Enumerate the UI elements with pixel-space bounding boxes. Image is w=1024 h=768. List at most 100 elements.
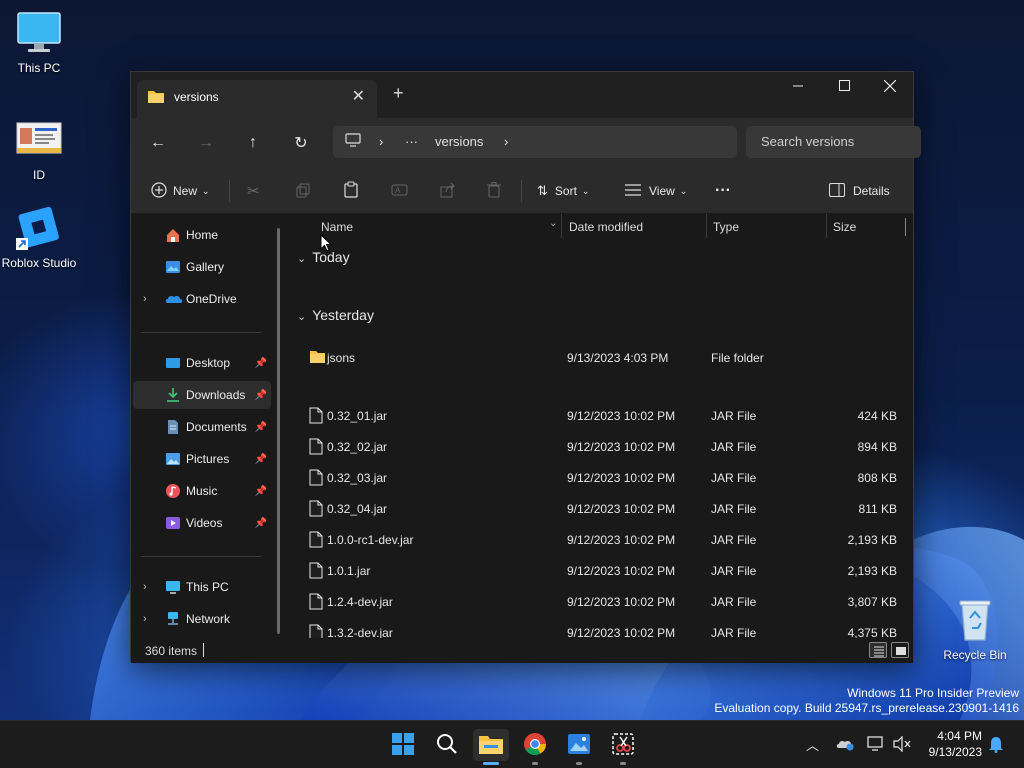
breadcrumb-chevron-icon[interactable]: ›: [504, 134, 508, 149]
sidebar-item-videos[interactable]: Videos 📌: [133, 509, 271, 537]
maximize-icon: [838, 80, 850, 94]
column-divider[interactable]: [826, 214, 827, 238]
chevron-down-icon[interactable]: ⌄: [549, 218, 557, 229]
column-type[interactable]: Type: [713, 220, 739, 234]
minimize-icon: [793, 80, 803, 94]
chevron-right-icon[interactable]: ›: [143, 613, 147, 625]
close-window-button[interactable]: [867, 72, 913, 102]
search-box[interactable]: Search versions: [746, 126, 921, 158]
copy-button[interactable]: [295, 168, 311, 214]
sidebar-item-label: Videos: [186, 516, 223, 530]
network-tray-icon[interactable]: [867, 736, 885, 755]
close-tab-icon[interactable]: ✕: [352, 86, 365, 106]
table-row[interactable]: 0.32_03.jar 9/12/2023 10:02 PM JAR File 808…: [289, 462, 905, 493]
pin-icon[interactable]: 📌: [255, 358, 267, 369]
column-date-modified[interactable]: Date modified: [569, 220, 643, 234]
new-button[interactable]: New ⌄: [151, 168, 210, 214]
paste-button[interactable]: [343, 168, 359, 214]
delete-button[interactable]: [487, 168, 501, 214]
rename-button[interactable]: A: [391, 168, 408, 214]
view-button[interactable]: View ⌄: [625, 168, 687, 214]
file-name: jsons: [327, 351, 356, 365]
table-row[interactable]: 1.2.4-dev.jar 9/12/2023 10:02 PM JAR File 3…: [289, 586, 905, 617]
desktop-icon-recycle-bin[interactable]: Recycle Bin: [937, 598, 1013, 662]
taskbar-file-explorer[interactable]: [473, 729, 509, 765]
pin-icon[interactable]: 📌: [255, 390, 267, 401]
sidebar-item-onedrive[interactable]: › OneDrive: [133, 285, 271, 313]
search-button[interactable]: [429, 729, 465, 761]
sidebar-item-documents[interactable]: Documents 📌: [133, 413, 271, 441]
sidebar-item-music[interactable]: Music 📌: [133, 477, 271, 505]
navigation-pane: Home Gallery › OneDrive Desktop 📌 Downlo…: [131, 214, 281, 638]
show-hidden-icons-button[interactable]: ︿: [806, 735, 819, 754]
sidebar-item-label: Gallery: [186, 260, 225, 274]
taskbar-snipping-tool[interactable]: [605, 729, 641, 765]
table-row[interactable]: 0.32_01.jar 9/12/2023 10:02 PM JAR File 424…: [289, 400, 905, 431]
pin-icon[interactable]: 📌: [255, 486, 267, 497]
cut-button[interactable]: ✂: [247, 168, 260, 214]
sidebar-item-network[interactable]: › Network: [133, 605, 271, 633]
breadcrumb-current[interactable]: versions: [435, 134, 483, 149]
group-header-yesterday[interactable]: ⌄ Yesterday: [297, 307, 374, 323]
sidebar-item-pictures[interactable]: Pictures 📌: [133, 445, 271, 473]
table-row[interactable]: 0.32_02.jar 9/12/2023 10:02 PM JAR File 894…: [289, 431, 905, 462]
start-button[interactable]: [385, 729, 421, 761]
volume-muted-icon[interactable]: [893, 735, 911, 755]
onedrive-tray-icon[interactable]: [836, 737, 854, 754]
share-button[interactable]: [440, 168, 456, 214]
refresh-button[interactable]: ↻: [287, 130, 315, 156]
desktop-icon-roblox-studio[interactable]: Roblox Studio: [1, 206, 77, 270]
file-name: 0.32_02.jar: [327, 440, 388, 454]
desktop-icon-id[interactable]: ID: [1, 118, 77, 182]
taskbar-chrome[interactable]: [517, 729, 553, 765]
table-row[interactable]: 1.3.2-dev.jar 9/12/2023 10:02 PM JAR File 4…: [289, 617, 905, 638]
breadcrumb-overflow[interactable]: ···: [405, 134, 418, 149]
file-type: JAR File: [711, 502, 757, 516]
sidebar-item-home[interactable]: Home: [133, 221, 271, 249]
column-divider[interactable]: [905, 218, 906, 236]
table-row[interactable]: jsons 9/13/2023 4:03 PM File folder: [289, 342, 905, 373]
more-options-button[interactable]: ···: [715, 168, 731, 214]
column-divider[interactable]: [561, 214, 562, 238]
file-size: 811 KB: [858, 502, 897, 516]
details-view-button[interactable]: [869, 642, 887, 658]
column-name[interactable]: Name: [321, 220, 353, 234]
sidebar-item-downloads[interactable]: Downloads 📌: [133, 381, 271, 409]
desktop-icon-label: This PC: [17, 61, 61, 75]
minimize-button[interactable]: [775, 72, 821, 102]
column-size[interactable]: Size: [833, 220, 856, 234]
maximize-button[interactable]: [821, 72, 867, 102]
sidebar-item-label: Documents: [186, 420, 247, 434]
sidebar-scrollbar[interactable]: [277, 228, 280, 634]
up-button[interactable]: ↑: [239, 130, 267, 156]
notification-bell-icon[interactable]: [988, 735, 1004, 756]
sort-button[interactable]: ⇅ Sort ⌄: [537, 168, 589, 214]
home-icon: [165, 227, 181, 243]
table-row[interactable]: 1.0.1.jar 9/12/2023 10:02 PM JAR File 2,193…: [289, 555, 905, 586]
chevron-right-icon[interactable]: ›: [143, 581, 147, 593]
taskbar-photos[interactable]: [561, 729, 597, 765]
downloads-icon: [165, 387, 181, 403]
back-button[interactable]: ←: [144, 130, 172, 156]
details-pane-button[interactable]: Details: [829, 168, 890, 214]
tab-versions[interactable]: versions ✕: [137, 80, 377, 118]
file-explorer-icon: [478, 733, 504, 758]
chevron-right-icon[interactable]: ›: [143, 293, 147, 305]
column-divider[interactable]: [706, 214, 707, 238]
desktop-icon-this-pc[interactable]: This PC: [1, 11, 77, 75]
system-clock[interactable]: 4:04 PM 9/13/2023: [929, 728, 982, 760]
sidebar-item-desktop[interactable]: Desktop 📌: [133, 349, 271, 377]
file-size: 3,807 KB: [847, 595, 897, 609]
pin-icon[interactable]: 📌: [255, 422, 267, 433]
address-bar[interactable]: › ··· versions ›: [333, 126, 737, 158]
forward-button[interactable]: →: [192, 130, 220, 156]
sidebar-item-this-pc[interactable]: › This PC: [133, 573, 271, 601]
table-row[interactable]: 1.0.0-rc1-dev.jar 9/12/2023 10:02 PM JAR F…: [289, 524, 905, 555]
table-row[interactable]: 0.32_04.jar 9/12/2023 10:02 PM JAR File 811…: [289, 493, 905, 524]
large-icons-view-button[interactable]: [891, 642, 909, 658]
pin-icon[interactable]: 📌: [255, 518, 267, 529]
toolbar-divider: [229, 180, 230, 202]
pin-icon[interactable]: 📌: [255, 454, 267, 465]
sidebar-item-gallery[interactable]: Gallery: [133, 253, 271, 281]
new-tab-button[interactable]: +: [393, 83, 404, 104]
